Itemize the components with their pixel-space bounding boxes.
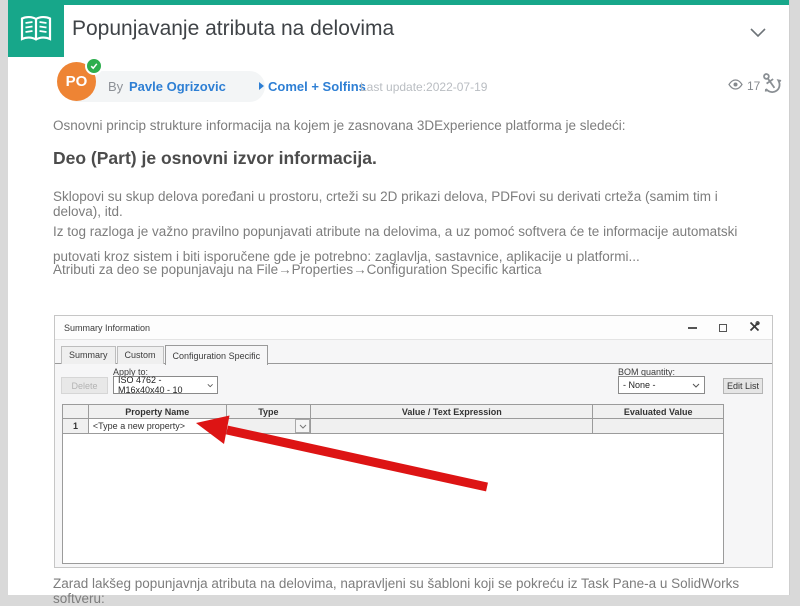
minimize-icon <box>688 327 697 329</box>
properties-table: Property Name Type Value / Text Expressi… <box>62 404 724 564</box>
page-title: Popunjavanje atributa na delovima <box>72 17 394 41</box>
row-number-cell: 1 <box>63 419 89 434</box>
organization-link[interactable]: Comel + Solfins <box>268 79 366 94</box>
apply-to-value: ISO 4762 - M16x40x40 - 10 <box>118 375 207 395</box>
bom-quantity-value: - None - <box>623 380 656 390</box>
evaluated-value-cell <box>593 419 723 434</box>
tab-summary: Summary <box>61 346 116 364</box>
paragraph: Sklopovi su skup delova poređani u prost… <box>53 189 758 219</box>
author-link[interactable]: Pavle Ogrizovic <box>129 79 226 94</box>
tab-custom: Custom <box>117 346 164 364</box>
embedded-screenshot-summary-information-dialog: Summary Information Summary Custom Confi… <box>54 315 773 568</box>
apply-to-dropdown: ISO 4762 - M16x40x40 - 10 <box>113 376 218 394</box>
last-update: Last update:2022-07-19 <box>360 80 487 94</box>
column-header-property-name: Property Name <box>89 405 227 419</box>
org-marker-icon <box>259 82 264 90</box>
bom-quantity-dropdown: - None - <box>618 376 705 394</box>
column-header-evaluated: Evaluated Value <box>593 405 723 419</box>
dialog-title: Summary Information <box>64 323 150 333</box>
close-icon <box>749 321 760 334</box>
paragraph: Atributi za deo se popunjavaju na File→P… <box>53 262 758 277</box>
paragraph: Zarad lakšeg popunjavnja atributa na del… <box>53 576 758 606</box>
tab-configuration-specific: Configuration Specific <box>165 345 269 365</box>
dropdown-chevron-icon <box>207 383 213 388</box>
eye-icon <box>728 79 743 93</box>
open-book-icon <box>19 14 53 49</box>
type-dropdown-chevron-icon <box>295 419 310 433</box>
anchor-link-icon[interactable] <box>759 70 783 96</box>
verified-check-icon <box>85 57 103 75</box>
value-expression-cell <box>311 419 593 434</box>
type-cell <box>227 419 312 434</box>
dialog-titlebar: Summary Information <box>55 316 772 340</box>
column-header-value: Value / Text Expression <box>311 405 593 419</box>
dialog-tabs: Summary Custom Configuration Specific <box>61 345 269 364</box>
paragraph: Osnovni princip strukture informacija na… <box>53 118 758 133</box>
accent-top-bar <box>8 0 789 5</box>
avatar-initials: PO <box>66 73 88 90</box>
property-name-cell: <Type a new property> <box>89 419 227 434</box>
section-heading: Deo (Part) je osnovni izvor informacija. <box>53 148 758 169</box>
view-counter: 17 <box>728 79 760 93</box>
dropdown-chevron-icon <box>692 383 700 388</box>
edit-list-button: Edit List <box>723 378 763 394</box>
column-header-type: Type <box>227 405 312 419</box>
article-card: Popunjavanje atributa na delovima PO By … <box>8 0 790 595</box>
knowledge-base-badge <box>8 5 64 57</box>
delete-button: Delete <box>61 377 108 394</box>
maximize-icon <box>719 324 727 332</box>
table-header-row: Property Name Type Value / Text Expressi… <box>63 405 723 419</box>
table-row: 1 <Type a new property> <box>63 419 723 434</box>
chevron-down-icon[interactable] <box>749 26 767 38</box>
by-label: By <box>108 79 123 94</box>
column-header-rownum <box>63 405 89 419</box>
